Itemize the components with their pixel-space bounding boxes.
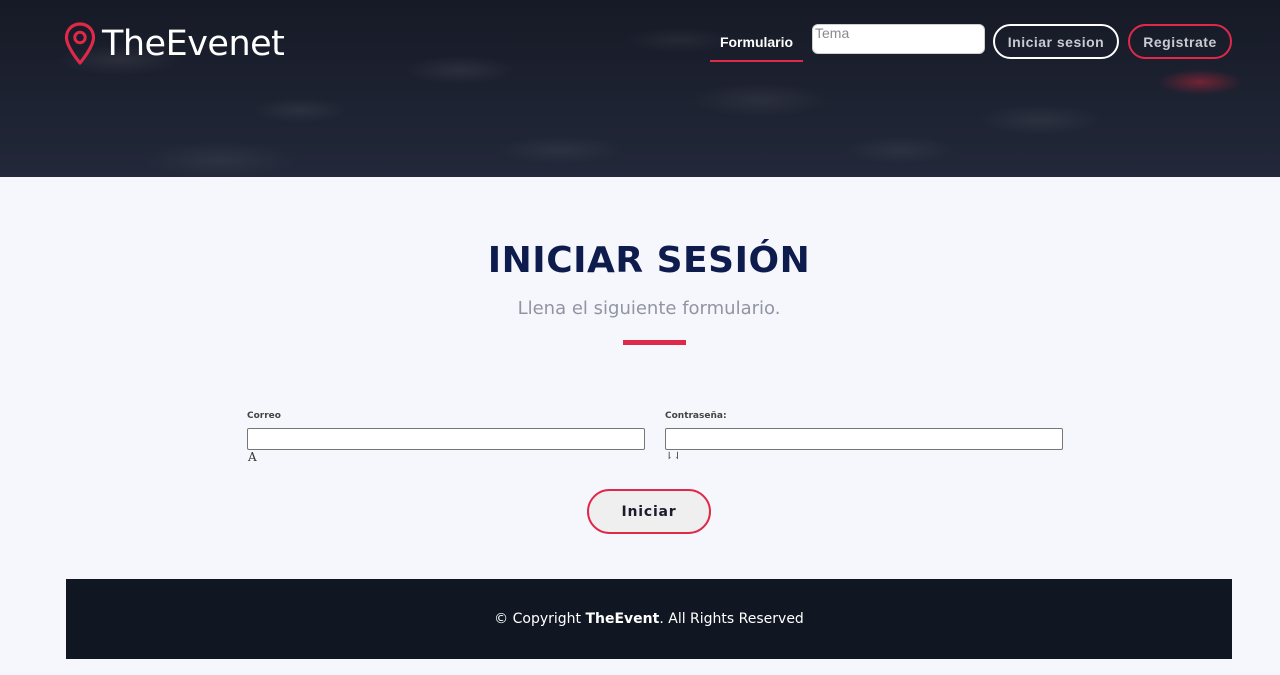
password-field[interactable] bbox=[665, 428, 1063, 450]
site-footer: © Copyright TheEvent. All Rights Reserve… bbox=[66, 579, 1232, 659]
map-pin-icon bbox=[64, 22, 96, 65]
copyright-prefix: © Copyright bbox=[494, 611, 582, 627]
email-label: Correo bbox=[247, 411, 281, 421]
email-hint: A bbox=[248, 450, 257, 464]
password-hint: ⇂⇃ bbox=[665, 451, 682, 462]
nav-formulario-link[interactable]: Formulario bbox=[710, 24, 803, 62]
email-field[interactable] bbox=[247, 428, 645, 450]
password-label: Contraseña: bbox=[665, 411, 727, 421]
page-subtitle: Llena el siguiente formulario. bbox=[517, 298, 781, 319]
submit-button[interactable]: Iniciar bbox=[587, 489, 711, 534]
brand-name: TheEvenet bbox=[102, 24, 285, 64]
copyright-brand: TheEvent bbox=[585, 611, 660, 627]
page-title: INICIAR SESIÓN bbox=[487, 240, 811, 281]
register-button[interactable]: Registrate bbox=[1128, 24, 1232, 59]
brand-logo[interactable]: TheEvenet bbox=[64, 22, 285, 66]
title-divider bbox=[623, 340, 686, 345]
login-button[interactable]: Iniciar sesion bbox=[993, 24, 1119, 59]
site-header: TheEvenet Formulario Iniciar sesion Regi… bbox=[0, 0, 1280, 177]
copyright-suffix: . All Rights Reserved bbox=[659, 611, 804, 627]
search-input[interactable] bbox=[812, 24, 985, 54]
